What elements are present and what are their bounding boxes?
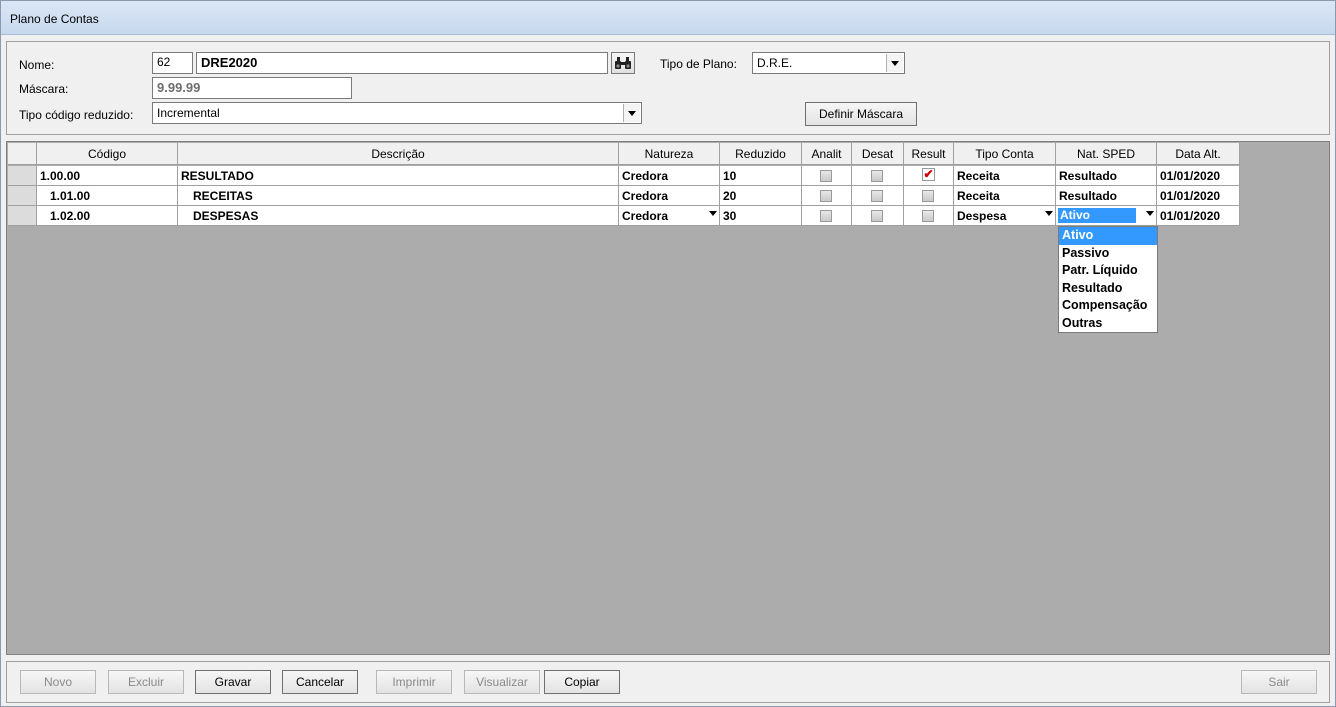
cell-data-alt[interactable]: 01/01/2020 [1157,206,1240,226]
col-header-descricao[interactable]: Descrição [178,143,619,165]
cell-reduzido[interactable]: 10 [720,166,802,186]
nome-id-field[interactable]: 62 [152,52,193,74]
list-item[interactable]: Ativo [1059,227,1157,245]
definir-mascara-button[interactable]: Definir Máscara [805,102,917,126]
chevron-down-icon[interactable] [1045,211,1053,216]
novo-button[interactable]: Novo [20,670,96,694]
cell-natureza-combo[interactable]: Credora [619,206,720,226]
cell-tipo-conta[interactable]: Receita [954,186,1056,206]
binoculars-icon [615,57,631,69]
col-header-result[interactable]: Result [904,143,954,165]
cell-codigo[interactable]: 1.02.00 [37,206,178,226]
cell-descricao[interactable]: RESULTADO [178,166,619,186]
chevron-down-icon[interactable] [1146,211,1154,216]
col-header-data-alt[interactable]: Data Alt. [1157,143,1240,165]
col-header-codigo[interactable]: Código [37,143,178,165]
cell-nat-sped[interactable]: Resultado [1056,166,1157,186]
cell-natureza[interactable]: Credora [619,166,720,186]
title-bar: Plano de Contas [1,1,1335,35]
col-header-natureza[interactable]: Natureza [619,143,720,165]
cell-tipo-conta-combo[interactable]: Despesa [954,206,1056,226]
cell-data-alt[interactable]: 01/01/2020 [1157,186,1240,206]
excluir-button[interactable]: Excluir [108,670,184,694]
cell-result[interactable]: ✔ [904,166,954,186]
cancelar-button[interactable]: Cancelar [282,670,358,694]
cell-desat[interactable] [852,166,904,186]
desat-checkbox[interactable] [871,170,883,182]
nome-field[interactable]: DRE2020 [196,52,608,74]
nat-sped-value: Ativo [1058,208,1136,223]
mascara-field[interactable]: 9.99.99 [152,77,352,99]
imprimir-button[interactable]: Imprimir [376,670,452,694]
cell-reduzido[interactable]: 20 [720,186,802,206]
plano-de-contas-window: Plano de Contas Nome: 62 DRE2020 Tipo de… [0,0,1336,707]
tipo-conta-value: Despesa [957,209,1007,223]
copiar-button[interactable]: Copiar [544,670,620,694]
cell-analit[interactable] [802,186,852,206]
cell-nat-sped-combo[interactable]: Ativo [1056,206,1157,226]
list-item[interactable]: Resultado [1059,280,1157,298]
desat-checkbox[interactable] [871,210,883,222]
visualizar-button[interactable]: Visualizar [464,670,540,694]
gravar-button[interactable]: Gravar [195,670,271,694]
nome-label: Nome: [19,58,55,72]
tipo-codigo-select[interactable]: Incremental [152,102,642,124]
cell-descricao[interactable]: DESPESAS [178,206,619,226]
accounts-grid: Código Descrição Natureza Reduzido Anali… [6,141,1330,655]
col-header-reduzido[interactable]: Reduzido [720,143,802,165]
sair-button[interactable]: Sair [1241,670,1317,694]
chevron-down-icon[interactable] [623,104,640,122]
col-header-desat[interactable]: Desat [852,143,904,165]
col-header-nat-sped[interactable]: Nat. SPED [1056,143,1157,165]
search-button[interactable] [611,52,635,74]
desat-checkbox[interactable] [871,190,883,202]
row-indicator[interactable] [8,186,37,206]
result-checkbox[interactable] [922,210,934,222]
cell-nat-sped[interactable]: Resultado [1056,186,1157,206]
cell-result[interactable] [904,186,954,206]
row-indicator[interactable] [8,206,37,226]
result-checkbox[interactable] [922,190,934,202]
analit-checkbox[interactable] [820,190,832,202]
row-indicator[interactable] [8,166,37,186]
tipo-plano-value: D.R.E. [757,56,793,70]
list-item[interactable]: Passivo [1059,245,1157,263]
analit-checkbox[interactable] [820,170,832,182]
tipo-plano-select[interactable]: D.R.E. [752,52,905,74]
cell-desat[interactable] [852,186,904,206]
tipo-codigo-value: Incremental [157,106,220,120]
mascara-label: Máscara: [19,82,69,96]
cell-desat[interactable] [852,206,904,226]
cell-data-alt[interactable]: 01/01/2020 [1157,166,1240,186]
natureza-value: Credora [622,209,669,223]
cell-analit[interactable] [802,206,852,226]
cell-result[interactable] [904,206,954,226]
window-title: Plano de Contas [10,12,99,26]
grid-indicator-header [8,143,37,165]
cell-natureza[interactable]: Credora [619,186,720,206]
list-item[interactable]: Patr. Líquido [1059,262,1157,280]
list-item[interactable]: Compensação [1059,297,1157,315]
nat-sped-dropdown-list[interactable]: Ativo Passivo Patr. Líquido Resultado Co… [1058,226,1158,333]
chevron-down-icon[interactable] [709,211,717,216]
result-checkbox-checked[interactable]: ✔ [922,168,935,181]
col-header-analit[interactable]: Analit [802,143,852,165]
chevron-down-icon[interactable] [886,54,903,72]
cell-codigo[interactable]: 1.01.00 [37,186,178,206]
cell-analit[interactable] [802,166,852,186]
cell-descricao[interactable]: RECEITAS [178,186,619,206]
list-item[interactable]: Outras [1059,315,1157,333]
cell-reduzido[interactable]: 30 [720,206,802,226]
cell-tipo-conta[interactable]: Receita [954,166,1056,186]
analit-checkbox[interactable] [820,210,832,222]
tipo-plano-label: Tipo de Plano: [660,57,737,71]
cell-codigo[interactable]: 1.00.00 [37,166,178,186]
tipo-codigo-label: Tipo código reduzido: [19,108,134,122]
col-header-tipo-conta[interactable]: Tipo Conta [954,143,1056,165]
